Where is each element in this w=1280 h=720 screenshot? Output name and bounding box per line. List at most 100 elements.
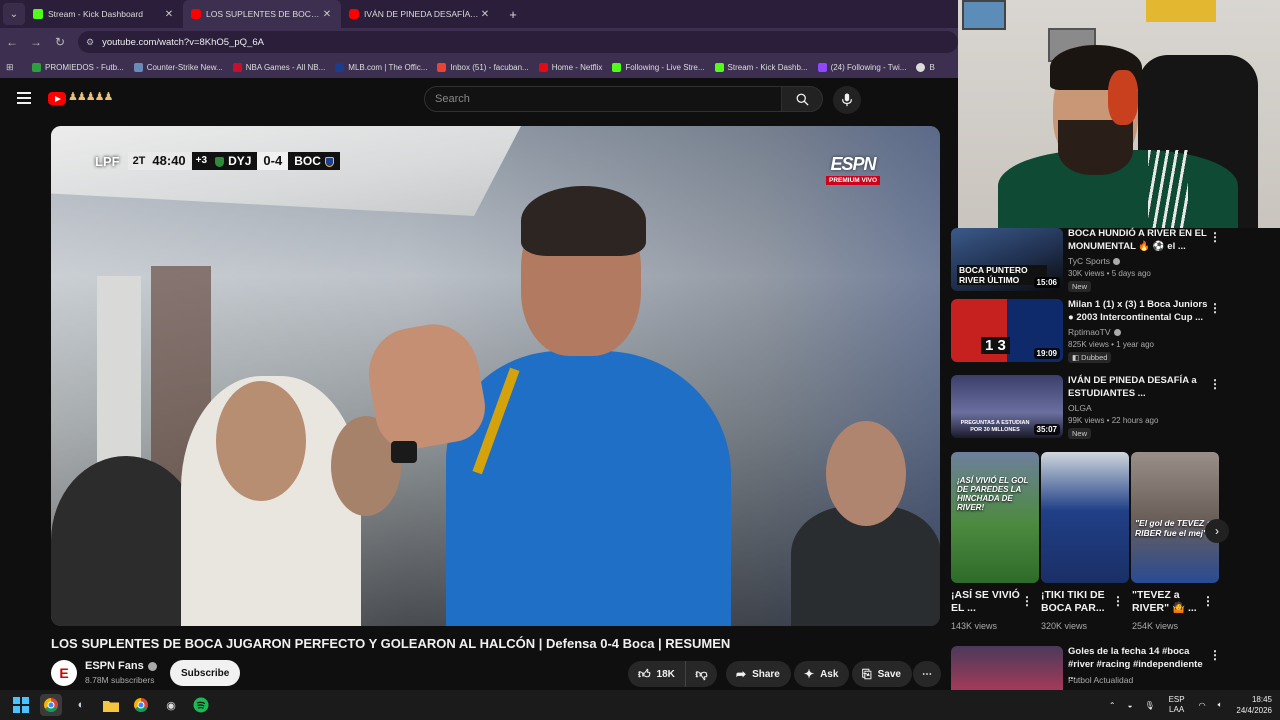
recommendation-item[interactable]: PREGUNTAS A ESTUDIAN POR 30 MILLONES 35:… [951, 375, 1221, 443]
recommendation-channel[interactable]: TyC Sports [1068, 256, 1121, 266]
bookmark[interactable]: (24) Following - Twi... [817, 62, 906, 72]
menu-icon[interactable] [17, 92, 31, 104]
defensa-crest-icon [215, 156, 225, 167]
reload-icon[interactable]: ↻ [48, 35, 72, 49]
dislike-button[interactable]: 👎︎ [685, 661, 717, 687]
address-bar[interactable]: ⚙ youtube.com/watch?v=8KhO5_pQ_6A [78, 31, 958, 53]
more-vertical-icon[interactable]: ⋮ [1209, 230, 1221, 244]
recommendation-channel[interactable]: RptimaoTV [1068, 327, 1121, 337]
network-icon[interactable]: ◒ [1128, 701, 1133, 710]
youtube-doodle[interactable]: ♟♟♟♟♟ [68, 90, 113, 103]
search-button[interactable] [781, 86, 823, 112]
tab-boca-video[interactable]: LOS SUPLENTES DE BOCA JUGARON ✕ [183, 0, 341, 28]
bookmark-icon: ⎘ [862, 666, 872, 681]
recommendation-channel[interactable]: Futbol Actualidad [1068, 675, 1133, 685]
video-thumbnail[interactable]: PREGUNTAS A ESTUDIAN POR 30 MILLONES 35:… [951, 375, 1063, 438]
bookmark[interactable]: Inbox (51) - facuban... [437, 62, 529, 72]
new-tab-button[interactable]: + [503, 7, 523, 22]
video-title: LOS SUPLENTES DE BOCA JUGARON PERFECTO Y… [51, 636, 731, 651]
video-thumbnail[interactable] [951, 646, 1063, 690]
tab-search-button[interactable]: ⌄ [3, 3, 25, 25]
bookmark[interactable]: PROMIEDOS - Futb... [32, 62, 124, 72]
bookmark[interactable]: Home - Netflix [538, 62, 602, 72]
recommendation-item[interactable]: Goles de la fecha 14 #boca #river #racin… [951, 646, 1221, 690]
more-vertical-icon[interactable]: ⋮ [1209, 648, 1221, 662]
bookmark[interactable]: Following - Live Stre... [612, 62, 705, 72]
channel-avatar[interactable]: E [51, 660, 77, 686]
recommendation-item[interactable]: BOCA PUNTERO RIVER ÚLTIMO 15:06 BOCA HUN… [951, 228, 1221, 296]
close-icon[interactable]: ✕ [321, 9, 333, 20]
short-title: ¡TIKI TIKI DE BOCA PAR... [1041, 589, 1105, 614]
site-info-icon[interactable]: ⚙ [86, 37, 94, 48]
back-arrow-icon[interactable]: ← [0, 35, 24, 49]
home-team: DYJ [211, 152, 258, 170]
tab-ivan-de-pineda[interactable]: IVÁN DE PINEDA DESAFÍA a ESTUDIANTES ✕ [341, 0, 499, 28]
youtube-icon [349, 9, 359, 19]
subscribe-button[interactable]: Subscribe [170, 660, 241, 686]
bookmarks-bar: ⊞ PROMIEDOS - Futb... Counter-Strike New… [0, 56, 958, 78]
obs-icon[interactable]: ◉ [160, 694, 182, 716]
video-player[interactable]: LPF 2T 48:40 +3 DYJ 0-4 BOC ESPN PREMIUM… [51, 126, 940, 626]
recommendation-channel[interactable]: OLGA [1068, 403, 1092, 413]
video-thumbnail[interactable]: BOCA PUNTERO RIVER ÚLTIMO 15:06 [951, 228, 1063, 291]
more-vertical-icon[interactable]: ⋮ [1209, 377, 1221, 391]
language-indicator[interactable]: ESP LAA [1169, 695, 1185, 715]
recommendation-title: IVÁN DE PINEDA DESAFÍA a ESTUDIANTES ... [1068, 375, 1197, 399]
webcam-frame [962, 0, 1006, 30]
more-vertical-icon[interactable]: ⋮ [1021, 594, 1033, 608]
steam-icon[interactable]: ◐ [70, 694, 92, 716]
more-vertical-icon[interactable]: ⋮ [1202, 594, 1214, 608]
search-input[interactable] [435, 93, 781, 105]
spotify-icon[interactable] [190, 694, 212, 716]
search-box[interactable] [424, 86, 782, 112]
windows-start-icon[interactable] [10, 694, 32, 716]
save-button[interactable]: ⎘ Save [852, 661, 912, 687]
video-duration: 15:06 [1033, 277, 1060, 288]
shorts-shelf: ¡ASÍ VIVIÓ EL GOL DE PAREDES LA HINCHADA… [951, 452, 1280, 642]
forward-arrow-icon[interactable]: → [24, 35, 48, 49]
share-button[interactable]: ➦ Share [726, 661, 791, 687]
short-thumbnail[interactable]: ¡ASÍ VIVIÓ EL GOL DE PAREDES LA HINCHADA… [951, 452, 1039, 583]
added-time: +3 [191, 152, 212, 170]
espn-logo: ESPN PREMIUM VIVO [826, 154, 881, 185]
bookmark[interactable]: NBA Games - All NB... [232, 62, 325, 72]
globe-icon [916, 62, 926, 72]
close-icon[interactable]: ✕ [163, 9, 175, 20]
bookmark[interactable]: Stream - Kick Dashb... [714, 62, 808, 72]
promiedos-icon [32, 62, 41, 72]
close-icon[interactable]: ✕ [479, 9, 491, 20]
like-button[interactable]: 👍︎ 18K [628, 661, 685, 687]
new-badge: New [1068, 281, 1092, 292]
chrome-profile-icon[interactable] [130, 694, 152, 716]
thumbnail-score: 1 3 [981, 337, 1010, 354]
file-explorer-icon[interactable] [100, 694, 122, 716]
channel-label: RptimaoTV [1068, 327, 1111, 337]
more-vertical-icon[interactable]: ⋮ [1209, 301, 1221, 315]
apps-grid-icon[interactable]: ⊞ [6, 62, 22, 73]
youtube-logo-icon[interactable] [48, 92, 66, 105]
short-thumbnail[interactable] [1041, 452, 1129, 583]
recommendation-item[interactable]: 1 3 19:09 Milan 1 (1) x (3) 1 Boca Junio… [951, 299, 1221, 367]
short-title: ¡ASÍ SE VIVIÓ EL ... [951, 589, 1020, 614]
chevron-up-icon[interactable]: ⌃ [1109, 701, 1116, 710]
volume-icon[interactable]: 🔈︎ [1218, 700, 1223, 710]
tab-kick-dashboard[interactable]: Stream - Kick Dashboard ✕ [25, 0, 183, 28]
chevron-right-icon[interactable]: › [1205, 519, 1229, 543]
bookmark[interactable]: Counter-Strike New... [133, 62, 223, 72]
short-thumbnail[interactable]: "El gol de TEVEZ a RIBER fue el mej" [1131, 452, 1219, 583]
more-actions-button[interactable]: ⋯ [913, 661, 941, 687]
microphone-icon[interactable]: 🎙︎ [1144, 701, 1154, 710]
wifi-icon[interactable]: ◠ [1199, 701, 1206, 710]
chrome-icon[interactable] [40, 694, 62, 716]
ask-button[interactable]: ✦ Ask [794, 661, 850, 687]
more-vertical-icon[interactable]: ⋮ [1112, 594, 1124, 608]
bookmark[interactable]: MLB.com | The Offic... [335, 62, 427, 72]
windows-taskbar: ◐ ◉ ⌃ ◒ 🎙︎ ESP LAA ◠ 🔈︎ 18:45 24/4/2026 [0, 690, 1280, 720]
taskbar-clock[interactable]: 18:45 24/4/2026 [1236, 694, 1272, 716]
sparkle-icon: ✦ [804, 667, 815, 681]
video-thumbnail[interactable]: 1 3 19:09 [951, 299, 1063, 362]
bookmark-label: B [929, 62, 935, 72]
voice-search-button[interactable] [833, 86, 861, 114]
bookmark[interactable]: B [916, 62, 935, 72]
channel-name[interactable]: ESPN Fans [85, 660, 157, 672]
